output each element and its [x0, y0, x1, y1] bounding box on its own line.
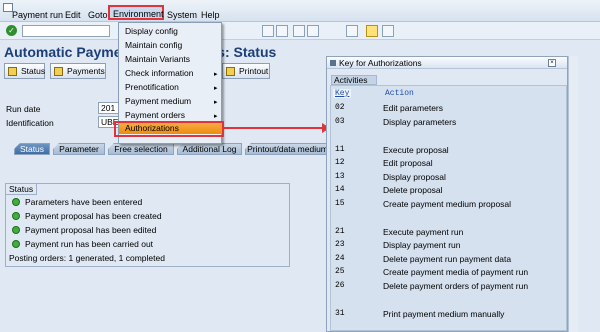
menu-goto[interactable]: Goto [88, 10, 108, 20]
close-icon[interactable]: × [548, 59, 556, 67]
activity-code: 24 [335, 254, 345, 263]
status-line: Payment proposal has been edited [25, 225, 157, 235]
status-group-title: Status [6, 184, 38, 195]
activity-action: Edit parameters [383, 103, 443, 113]
activities-section-label: Activities [331, 75, 377, 85]
key-column-header: Key [333, 89, 352, 98]
activity-code: 03 [335, 117, 345, 126]
tab-status[interactable]: Status [14, 143, 50, 155]
toolbar-icon[interactable] [346, 25, 358, 37]
menu-item-check-information[interactable]: Check information [125, 68, 194, 79]
activity-code: 13 [335, 172, 345, 181]
run-date-field[interactable]: 201 [98, 102, 120, 114]
activity-action: Delete payment orders of payment run [383, 281, 529, 291]
status-line: Payment run has been carried out [25, 239, 154, 249]
activity-code: 02 [335, 103, 345, 112]
menu-payment-run[interactable]: Payment run [12, 10, 63, 20]
status-line: Parameters have been entered [25, 197, 143, 207]
activity-code: 26 [335, 281, 345, 290]
menu-environment[interactable]: Environment [113, 9, 164, 19]
action-column-header: Action [385, 89, 414, 98]
activity-action: Create payment media of payment run [383, 267, 529, 277]
activity-code: 23 [335, 240, 345, 249]
toolbar-icon[interactable] [293, 25, 305, 37]
menu-help[interactable]: Help [201, 10, 220, 20]
menu-item-maintain-config[interactable]: Maintain config [125, 40, 182, 51]
green-led-icon [12, 212, 20, 220]
activity-action: Execute payment run [383, 227, 464, 237]
activity-code: 25 [335, 267, 345, 276]
standard-toolbar: ✓ [0, 22, 600, 40]
submenu-arrow-icon: ▸ [214, 85, 218, 92]
enter-check-icon[interactable]: ✓ [6, 25, 17, 36]
window-icon [330, 60, 336, 66]
toolbar-icon[interactable] [276, 25, 288, 37]
status-line: Payment proposal has been created [25, 211, 162, 221]
green-led-icon [12, 240, 20, 248]
activity-action: Edit proposal [383, 158, 433, 168]
popup-scrollbar[interactable] [568, 56, 578, 332]
menu-edit[interactable]: Edit [65, 10, 81, 20]
payments-icon [54, 67, 63, 76]
key-for-authorizations-popup: Key for Authorizations × Activities Key … [326, 56, 568, 332]
menu-bar: Payment run Edit Goto Environment System… [0, 0, 600, 22]
activity-code: 12 [335, 158, 345, 167]
activity-code: 14 [335, 185, 345, 194]
activity-action: Print payment medium manually [383, 309, 505, 319]
activity-action: Display proposal [383, 172, 446, 182]
activity-action: Create payment medium proposal [383, 199, 512, 209]
layout-icon[interactable] [382, 25, 394, 37]
activity-action: Delete payment run payment data [383, 254, 512, 264]
status-icon [8, 67, 17, 76]
toolbar-icon[interactable] [262, 25, 274, 37]
posting-orders-summary: Posting orders: 1 generated, 1 completed [9, 253, 165, 263]
green-led-icon [12, 226, 20, 234]
payments-button-label: Payments [67, 66, 105, 76]
menu-item-prenotification[interactable]: Prenotification [125, 82, 179, 93]
popup-title-bar: Key for Authorizations × [327, 57, 567, 69]
submenu-arrow-icon: ▸ [214, 71, 218, 78]
activity-action: Display payment run [383, 240, 461, 250]
activity-action: Delete proposal [383, 185, 443, 195]
green-led-icon [12, 198, 20, 206]
identification-label: Identification [6, 118, 54, 128]
run-date-label: Run date [6, 104, 41, 114]
status-button-label: Status [21, 66, 46, 76]
submenu-arrow-icon: ▸ [214, 99, 218, 106]
menu-item-display-config[interactable]: Display config [125, 26, 178, 37]
activity-action: Display parameters [383, 117, 457, 127]
menu-item-payment-orders[interactable]: Payment orders [125, 110, 185, 121]
menu-system[interactable]: System [167, 10, 197, 20]
help-icon[interactable] [366, 25, 378, 37]
activity-action: Execute proposal [383, 145, 449, 155]
activity-code: 15 [335, 199, 345, 208]
activity-code: 11 [335, 145, 345, 154]
authorizations-annotation-box [114, 121, 224, 137]
printout-icon [226, 67, 235, 76]
printout-button[interactable]: Printout [222, 63, 270, 79]
activity-code: 21 [335, 227, 345, 236]
tab-free-selection[interactable]: Free selection [108, 143, 174, 155]
annotation-arrow [224, 123, 330, 133]
submenu-arrow-icon: ▸ [214, 113, 218, 120]
printout-button-label: Printout [239, 66, 269, 76]
popup-title: Key for Authorizations [339, 58, 422, 68]
toolbar-icon[interactable] [307, 25, 319, 37]
tab-strip: Status Parameter Free selection Addition… [0, 143, 330, 155]
command-field[interactable] [22, 25, 110, 37]
tab-printout-data-medium[interactable]: Printout/data medium [245, 143, 330, 155]
menu-item-maintain-variants[interactable]: Maintain Variants [125, 54, 190, 65]
tab-additional-log[interactable]: Additional Log [177, 143, 242, 155]
menu-item-payment-medium[interactable]: Payment medium [125, 96, 191, 107]
status-button[interactable]: Status [4, 63, 45, 79]
payments-button[interactable]: Payments [50, 63, 106, 79]
activity-code: 31 [335, 309, 345, 318]
tab-parameter[interactable]: Parameter [53, 143, 105, 155]
